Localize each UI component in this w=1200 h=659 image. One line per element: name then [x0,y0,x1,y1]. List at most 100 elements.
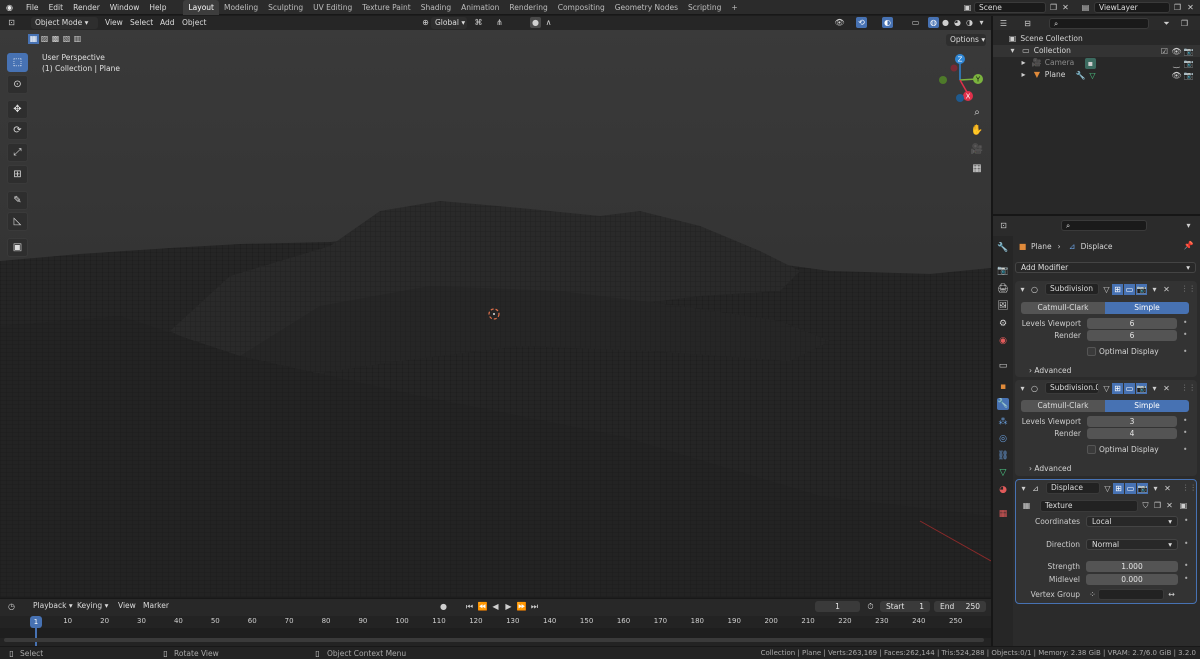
scene-icon[interactable]: ▣ [962,2,973,13]
solid-shading-icon[interactable]: ● [940,17,951,28]
texture-field[interactable]: Texture [1040,500,1138,512]
collection-camera-icon[interactable]: 📷 [1183,46,1194,57]
scale-tool[interactable]: ⤢ [7,143,28,162]
outliner-row-plane[interactable]: ▸ ▼ Plane 🔧 ▽ 👁 📷 [993,69,1200,81]
rendered-shading-icon[interactable]: ◑ [964,17,975,28]
visibility-icon[interactable]: 👁 [834,17,845,28]
tab-rendering[interactable]: Rendering [504,0,552,15]
object-tab-icon[interactable]: ▪ [997,381,1009,393]
cursor-tool[interactable]: ⊙ [7,75,28,94]
drag-handle-icon[interactable]: ⋮⋮ [1181,284,1196,293]
direction-dropdown[interactable]: Normal ▾ [1086,539,1178,550]
simple-button[interactable]: Simple [1105,400,1189,412]
overlays-icon[interactable]: ◐ [882,17,893,28]
play-icon[interactable]: ▶ [503,601,514,612]
tab-shading[interactable]: Shading [416,0,456,15]
midlevel-field[interactable]: 0.000 [1086,574,1178,585]
pin-icon[interactable]: 📌 [1183,240,1194,251]
edit-mode-icon[interactable]: ▽ [1101,383,1112,394]
cage-icon[interactable]: ⊞ [1113,483,1124,494]
orientation-icon[interactable]: ⊕ [420,17,431,28]
realtime-icon[interactable]: ▭ [1125,483,1136,494]
unlink-icon[interactable]: ✕ [1164,500,1175,511]
keyframe-dot-icon[interactable]: • [1184,561,1188,570]
menu-select[interactable]: Select [125,16,158,30]
move-tool[interactable]: ✥ [7,100,28,119]
select-invert-icon[interactable]: ▧ [61,34,72,44]
optimal-display-checkbox[interactable] [1087,347,1096,356]
expand-arrow-icon[interactable]: ▸ [1018,57,1029,68]
view-layer-field[interactable]: ViewLayer [1094,2,1170,13]
menu-help[interactable]: Help [144,0,171,15]
keyframe-dot-icon[interactable]: • [1183,347,1187,356]
output-tab-icon[interactable]: 🖨 [997,283,1009,295]
remove-modifier-icon[interactable]: ✕ [1162,483,1173,494]
texture-properties-icon[interactable]: ▣ [1178,500,1189,511]
realtime-icon[interactable]: ▭ [1124,383,1135,394]
menu-add[interactable]: Add [155,16,180,30]
data-tab-icon[interactable]: ▽ [997,467,1009,479]
filter-icon[interactable]: ⏷ [1161,18,1172,29]
tab-sculpting[interactable]: Sculpting [263,0,308,15]
timeline-scrollbar[interactable] [4,638,984,642]
optimal-display-checkbox[interactable] [1087,445,1096,454]
menu-timeline-view[interactable]: View [113,599,141,613]
edit-mode-icon[interactable]: ▽ [1101,284,1112,295]
navigation-gizmo[interactable]: Z Y X [932,52,991,112]
keyframe-dot-icon[interactable]: • [1184,539,1188,548]
add-modifier-dropdown[interactable]: Add Modifier ▾ [1015,262,1196,273]
camera-eye-icon[interactable]: ‿ [1171,58,1182,69]
modifier-menu-icon[interactable]: ▾ [1149,383,1160,394]
outliner-search-input[interactable]: ⌕ [1049,18,1149,29]
particles-tab-icon[interactable]: ⁂ [997,416,1009,428]
render-icon[interactable]: 📷 [1136,284,1147,295]
tab-animation[interactable]: Animation [456,0,504,15]
levels-viewport-field[interactable]: 3 [1087,416,1177,427]
tab-uv-editing[interactable]: UV Editing [308,0,357,15]
tab-texture-paint[interactable]: Texture Paint [357,0,415,15]
expand-arrow-icon[interactable]: ▸ [1018,69,1029,80]
keyframe-dot-icon[interactable]: • [1184,574,1188,583]
collapse-arrow-icon[interactable]: ▾ [1018,483,1029,494]
render-icon[interactable]: 📷 [1136,383,1147,394]
render-levels-field[interactable]: 6 [1087,330,1177,341]
menu-render[interactable]: Render [68,0,105,15]
advanced-subpanel[interactable]: › Advanced [1029,366,1071,375]
orientation-dropdown[interactable]: Global ▾ [431,17,467,29]
simple-button[interactable]: Simple [1105,302,1189,314]
scene-field[interactable]: Scene [974,2,1046,13]
catmull-clark-button[interactable]: Catmull-Clark [1021,400,1105,412]
falloff-icon[interactable]: ∧ [543,17,554,28]
collection-tab-icon[interactable]: ▭ [997,360,1009,372]
options-button[interactable]: Options ▾ [946,34,986,46]
tab-modeling[interactable]: Modeling [219,0,263,15]
play-reverse-icon[interactable]: ◀ [490,601,501,612]
end-frame-field[interactable]: End 250 [934,601,986,612]
plane-render-icon[interactable]: 📷 [1183,70,1194,81]
menu-file[interactable]: File [21,0,44,15]
modifier-name-field[interactable]: Subdivision.0... [1045,382,1099,394]
collapse-arrow-icon[interactable]: ▾ [1017,383,1028,394]
new-collection-icon[interactable]: ❐ [1179,18,1190,29]
proportional-edit-icon[interactable]: ● [530,17,541,28]
drag-handle-icon[interactable]: ⋮⋮ [1182,483,1197,492]
select-subtract-icon[interactable]: ▩ [50,34,61,44]
modifier-name-field[interactable]: Subdivision [1045,283,1099,295]
record-icon[interactable]: ● [438,601,449,612]
render-levels-field[interactable]: 4 [1087,428,1177,439]
outliner-row-scene-collection[interactable]: ▣ Scene Collection [993,33,1200,45]
properties-search-input[interactable]: ⌕ [1061,220,1147,231]
material-shading-icon[interactable]: ◕ [952,17,963,28]
view-layer-remove-icon[interactable]: ✕ [1185,2,1196,13]
realtime-icon[interactable]: ▭ [1124,284,1135,295]
vertex-group-field[interactable] [1098,589,1164,600]
next-keyframe-icon[interactable]: ⏩ [516,601,527,612]
collection-eye-icon[interactable]: 👁 [1171,46,1182,57]
modifier-menu-icon[interactable]: ▾ [1150,483,1161,494]
gizmo-toggle-icon[interactable]: ⟲ [856,17,867,28]
select-new-icon[interactable]: ▦ [28,34,39,44]
tab-scripting[interactable]: Scripting [683,0,726,15]
view-layer-tab-icon[interactable]: 🖼 [997,300,1009,312]
menu-marker[interactable]: Marker [138,599,174,613]
display-mode-icon[interactable]: ⊟ [1022,18,1033,29]
